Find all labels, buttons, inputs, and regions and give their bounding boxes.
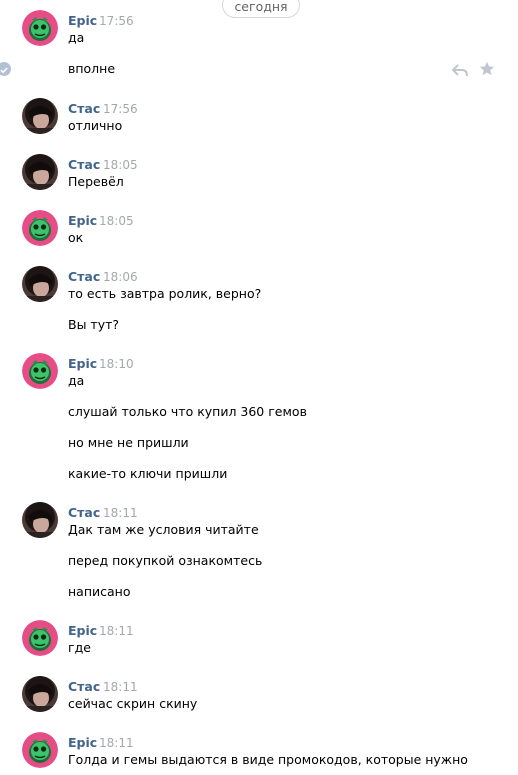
message-text: где (68, 640, 91, 655)
message-text: Дак там же условия читайте (68, 522, 259, 537)
message-time[interactable]: 18:10 (99, 356, 134, 372)
message-time[interactable]: 18:06 (103, 269, 138, 285)
message-text: Голда и гемы выдаются в виде промокодов,… (68, 752, 468, 767)
message-text: да (68, 30, 85, 45)
message-text: отлично (68, 118, 123, 133)
message-text: сейчас скрин скину (68, 696, 198, 711)
message-time[interactable]: 18:11 (103, 679, 138, 695)
sender-name[interactable]: Epic (68, 213, 97, 229)
message-text: но мне не пришли (68, 435, 189, 450)
sender-name[interactable]: Стас (68, 101, 100, 117)
message-time[interactable]: 18:11 (99, 623, 134, 639)
sender-name[interactable]: Стас (68, 157, 100, 173)
message-text: то есть завтра ролик, верно? (68, 286, 262, 301)
message-text: да (68, 373, 85, 388)
reply-icon[interactable] (451, 62, 468, 77)
sender-name[interactable]: Epic (68, 13, 97, 29)
message-time[interactable]: 18:05 (99, 213, 134, 229)
message-time[interactable]: 17:56 (99, 13, 134, 29)
message-text: вполне (68, 61, 116, 76)
message-text: Вы тут? (68, 317, 120, 332)
message-text: какие-то ключи пришли (68, 466, 228, 481)
message-text: ок (68, 230, 84, 245)
sender-name[interactable]: Стас (68, 679, 100, 695)
sender-name[interactable]: Стас (68, 505, 100, 521)
message-time[interactable]: 17:56 (103, 101, 138, 117)
sender-name[interactable]: Epic (68, 623, 97, 639)
message-time[interactable]: 18:05 (103, 157, 138, 173)
message-time[interactable]: 18:11 (103, 505, 138, 521)
message-text: перед покупкой ознакомтесь (68, 553, 263, 568)
star-icon[interactable] (478, 60, 496, 78)
message-text: написано (68, 584, 131, 599)
sender-name[interactable]: Стас (68, 269, 100, 285)
message-time[interactable]: 18:11 (99, 735, 134, 751)
message-selected-icon[interactable] (0, 62, 11, 76)
sender-name[interactable]: Epic (68, 356, 97, 372)
message-text: слушай только что купил 360 гемов (68, 404, 307, 419)
sender-name[interactable]: Epic (68, 735, 97, 751)
message-text: Перевёл (68, 174, 124, 189)
